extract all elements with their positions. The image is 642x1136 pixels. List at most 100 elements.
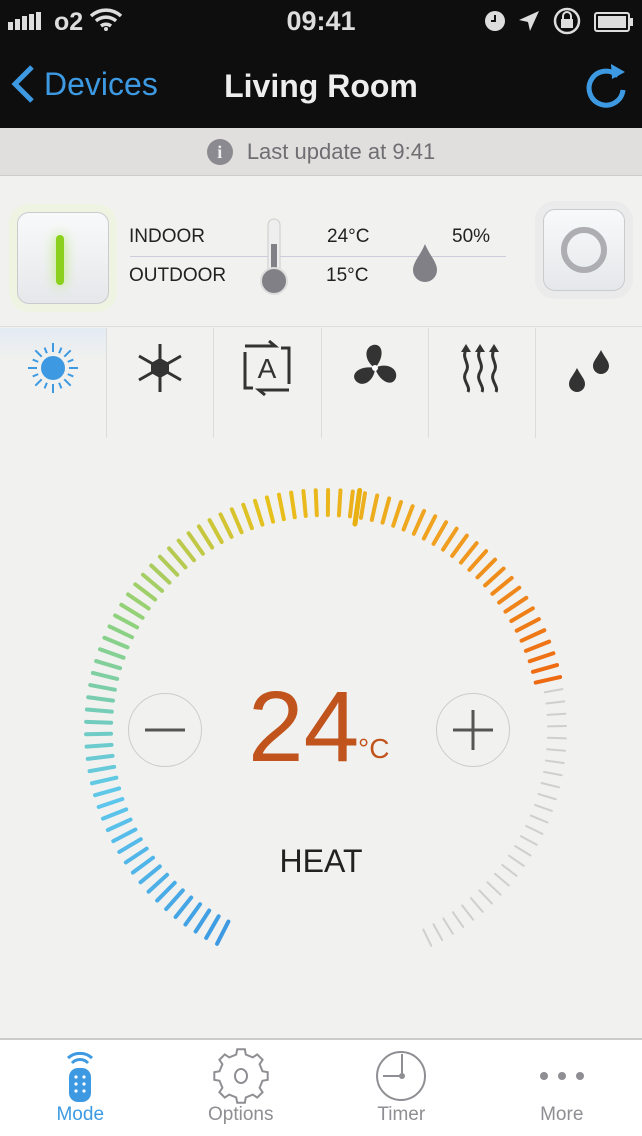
dial-tick-active [173,895,194,920]
dial-tick-active [411,508,427,536]
last-update-text: Last update at 9:41 [246,138,436,164]
setpoint-unit: °C [358,733,390,764]
heat-waves-icon [460,344,499,393]
readings-panel: INDOOR OUTDOOR 24°C 15°C 50% [0,177,642,327]
dial-tick-inactive [451,911,465,928]
humidity-icon [413,244,437,282]
snowflake-icon [138,344,182,392]
tab-label: Timer [377,1104,426,1125]
mode-cool[interactable] [107,328,215,438]
dial-tick-active [84,742,114,749]
remote-icon [67,1051,94,1102]
alarm-icon [484,10,506,39]
dial-tick-active [519,628,547,643]
dial-tick-active [167,546,188,570]
dial-tick-active [527,651,556,664]
tab-options[interactable]: Options [161,1040,322,1136]
dial-tick-active [301,489,308,518]
dial-tick-active [401,504,415,532]
divider [130,256,506,257]
dial-tick-inactive [422,928,433,947]
dial-tick-active [111,827,138,844]
dial-tick-inactive [537,793,557,801]
dial-tick-active [483,566,506,588]
refresh-button[interactable] [584,60,628,113]
dial-tick-active [458,541,479,565]
indoor-temp: 24°C [327,226,370,247]
mode-selector: A [0,328,642,438]
dial-tick-active [475,557,498,580]
dial-tick-active [119,602,145,620]
dial-tick-active [533,675,563,685]
tab-timer[interactable]: Timer [321,1040,482,1136]
page-title: Living Room [224,68,418,104]
dial-tick-inactive [544,759,565,765]
dial-tick-active [276,492,286,522]
dial-tick-active [215,919,231,946]
clock-icon [376,1051,427,1101]
dial-tick-active [96,797,125,810]
dial-tick-active [87,764,117,774]
rotation-lock-icon [552,6,582,43]
info-icon: i [206,138,233,165]
dial-tick-active [497,585,522,605]
gear-icon [213,1048,269,1104]
mode-heat-waves[interactable] [429,328,536,438]
fan-icon [353,344,396,384]
tab-more[interactable]: More [482,1040,642,1136]
dial-tick-active [100,807,129,821]
dial-tick-active [313,488,319,518]
status-bar: o2 09:41 [0,0,642,40]
tab-label: Mode [56,1104,105,1125]
tab-bar: Mode Options Timer More [0,1038,642,1136]
dial-tick-active [431,520,449,546]
dial-tick-active [523,639,552,653]
dial-tick-active [88,683,117,692]
dial-tick-active [207,518,224,544]
dial-tick-active [93,786,122,798]
dial-tick-inactive [478,889,493,905]
mode-heat[interactable] [0,328,108,438]
dial-tick-active [157,554,180,577]
dial-tick-active [155,880,177,903]
dial-tick-active [183,902,203,927]
dial-tick-active [391,500,404,528]
dial-tick-active [193,908,212,934]
dial-tick-active [94,659,123,671]
mode-dry[interactable] [536,328,642,438]
increase-button[interactable] [436,693,510,767]
tab-label: More [540,1104,584,1125]
refresh-icon [586,64,626,108]
humidity-value: 50% [452,226,491,247]
dial-tick-active [229,507,244,535]
dial-tick-active [84,707,114,714]
decrease-button[interactable] [128,693,202,767]
mode-auto[interactable]: A [214,328,322,438]
dial-tick-inactive [545,700,566,705]
more-icon [539,1072,584,1080]
dial-tick-inactive [525,825,544,835]
power-on-icon [56,235,64,285]
power-on-button[interactable] [17,212,109,304]
dial-tick-active [347,489,355,519]
dial-tick-active [133,582,158,602]
dial-tick-active [126,592,151,611]
dial-tick-active [89,775,119,786]
dial-tick-active [97,647,126,660]
dial-tick-active [421,514,438,541]
dial-tick-active [149,563,172,585]
dial-setpoint-indicator[interactable] [352,487,363,527]
dial-tick-active [530,663,560,674]
indoor-label: INDOOR [129,226,205,247]
auto-icon: A [243,340,291,396]
thermometer-icon [260,218,288,295]
dial-tick-active [86,695,116,703]
tab-mode[interactable]: Mode [0,1040,161,1136]
outdoor-temp: 15°C [326,265,369,286]
power-off-button[interactable] [543,209,625,291]
dial-tick-inactive [461,904,475,921]
mode-fan[interactable] [322,328,429,438]
dial-tick-active [509,606,535,624]
dial-tick-active [186,531,205,556]
dial-tick-active [113,613,140,630]
